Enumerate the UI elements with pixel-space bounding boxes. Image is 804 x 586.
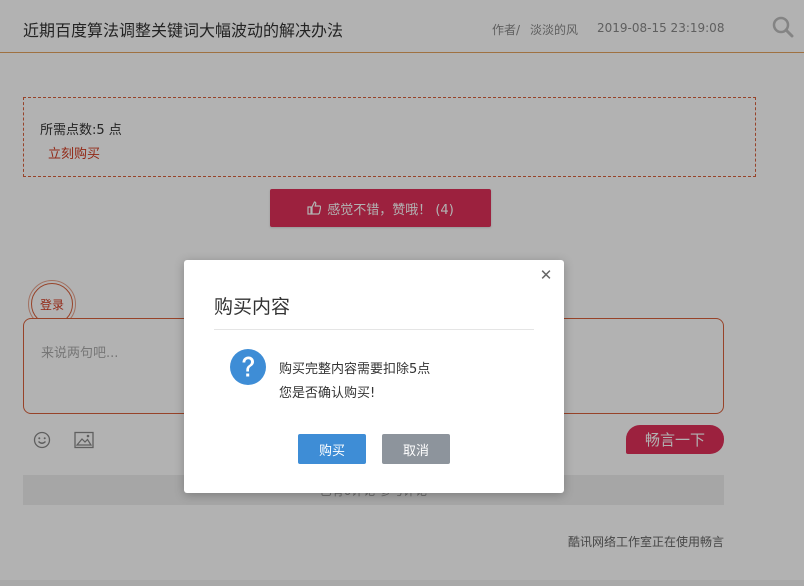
dialog-title: 购买内容	[214, 296, 291, 318]
confirm-buy-button[interactable]: 购买	[298, 434, 366, 464]
cancel-button[interactable]: 取消	[382, 434, 450, 464]
purchase-dialog: ✕ 购买内容 购买完整内容需要扣除5点 您是否确认购买! 购买 取消	[184, 260, 564, 493]
close-icon[interactable]: ✕	[539, 268, 553, 283]
dialog-divider	[214, 329, 534, 330]
dialog-message-line2: 您是否确认购买!	[279, 386, 376, 401]
question-icon	[230, 349, 266, 385]
dialog-message-line1: 购买完整内容需要扣除5点	[279, 362, 431, 377]
